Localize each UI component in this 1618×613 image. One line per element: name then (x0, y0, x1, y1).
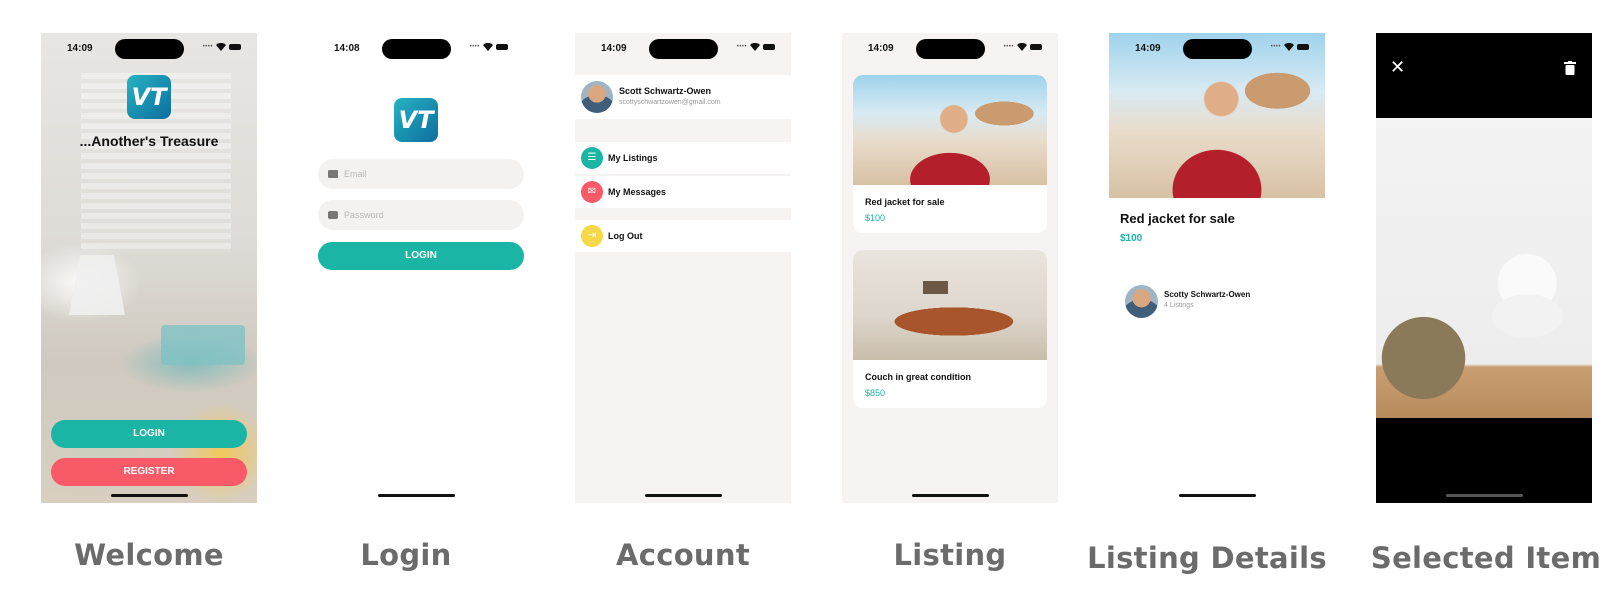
status-bar: 14:08 •••• (308, 33, 524, 67)
profile-row[interactable]: Scott Schwartz-Owen scottyschwartzowen@g… (575, 75, 791, 119)
status-icons: •••• (470, 43, 508, 51)
menu-item-my-listings[interactable]: ☰ My Listings (575, 142, 791, 174)
listing-screen: 14:09 •••• Red jacket for sale $100 Couc… (842, 33, 1058, 503)
battery-icon (229, 44, 241, 50)
signal-icon: •••• (1270, 44, 1281, 50)
menu-label-my-messages: My Messages (608, 187, 667, 197)
login-button[interactable]: LOGIN (51, 420, 247, 448)
menu-label-my-listings: My Listings (608, 153, 658, 163)
profile-email: scottyschwartzowen@gmail.com (619, 99, 721, 106)
app-logo: VT (394, 98, 438, 142)
wifi-icon (750, 43, 760, 51)
listing-detail-title: Red jacket for sale (1120, 211, 1235, 226)
battery-icon (1030, 44, 1042, 50)
status-time: 14:09 (1135, 43, 1161, 54)
dynamic-island (916, 39, 985, 59)
listing-card[interactable]: Red jacket for sale $100 (853, 75, 1047, 233)
email-field[interactable]: Email (318, 159, 524, 189)
email-placeholder: Email (344, 169, 367, 179)
caption-listing-details: Listing Details (1087, 541, 1327, 575)
signal-icon: •••• (1003, 44, 1014, 50)
dynamic-island (382, 39, 451, 59)
home-indicator (645, 494, 722, 497)
seller-avatar[interactable] (1125, 285, 1158, 318)
status-icons: •••• (737, 43, 775, 51)
status-icons: •••• (203, 43, 241, 51)
register-button[interactable]: REGISTER (51, 458, 247, 486)
battery-icon (763, 44, 775, 50)
status-time: 14:09 (601, 43, 627, 54)
listing-title: Red jacket for sale (865, 197, 945, 207)
app-tagline: ...Another's Treasure (79, 133, 219, 149)
password-field[interactable]: Password (318, 200, 524, 230)
caption-listing: Listing (893, 538, 1007, 572)
dynamic-island (115, 39, 184, 59)
seller-listings-count: 4 Listings (1164, 302, 1194, 309)
status-icons: •••• (1004, 43, 1042, 51)
listing-title: Couch in great condition (865, 372, 971, 382)
caption-welcome: Welcome (74, 538, 224, 572)
listing-photo (853, 250, 1047, 360)
dynamic-island (1183, 39, 1252, 59)
selected-item-photo (1376, 118, 1592, 418)
avatar (581, 81, 613, 113)
mail-icon (328, 170, 338, 178)
signal-icon: •••• (202, 44, 213, 50)
password-placeholder: Password (344, 210, 384, 220)
status-bar: 14:09 •••• (842, 33, 1058, 67)
menu-item-my-messages[interactable]: ✉ My Messages (575, 176, 791, 208)
home-indicator (378, 494, 455, 497)
wifi-icon (1284, 43, 1294, 51)
lock-icon (328, 211, 338, 219)
battery-icon (1297, 44, 1309, 50)
menu-label-log-out: Log Out (608, 231, 643, 241)
teal-box-shape (161, 325, 245, 365)
status-time: 14:08 (334, 43, 360, 54)
caption-account: Account (615, 538, 750, 572)
profile-name: Scott Schwartz-Owen (619, 86, 712, 96)
status-time: 14:09 (67, 43, 93, 54)
status-time: 14:09 (868, 43, 894, 54)
wifi-icon (1017, 43, 1027, 51)
status-icons: •••• (1271, 43, 1309, 51)
trash-icon[interactable] (1564, 61, 1576, 75)
status-bar: 14:09 •••• (575, 33, 791, 67)
wifi-icon (216, 43, 226, 51)
signal-icon: •••• (469, 44, 480, 50)
menu-item-log-out[interactable]: ⇥ Log Out (575, 220, 791, 252)
caption-selected-item: Selected Item (1370, 541, 1602, 575)
account-screen: 14:09 •••• Scott Schwartz-Owen scottysch… (575, 33, 791, 503)
listing-price: $850 (865, 388, 886, 398)
login-button[interactable]: LOGIN (318, 242, 524, 270)
login-screen: 14:08 •••• VT Email Password LOGIN (308, 33, 524, 503)
list-icon: ☰ (581, 147, 603, 169)
selected-item-screen: ✕ (1376, 33, 1592, 503)
close-icon[interactable]: ✕ (1390, 57, 1405, 78)
wifi-icon (483, 43, 493, 51)
welcome-screen: 14:09 •••• VT ...Another's Treasure LOGI… (41, 33, 257, 503)
battery-icon (496, 44, 508, 50)
app-logo: VT (127, 75, 171, 119)
dynamic-island (649, 39, 718, 59)
caption-login: Login (360, 538, 452, 572)
home-indicator (1446, 494, 1523, 497)
signal-icon: •••• (736, 44, 747, 50)
listing-detail-price: $100 (1120, 233, 1143, 244)
listing-details-screen: 14:09 •••• Red jacket for sale $100 Scot… (1109, 33, 1325, 503)
mail-icon: ✉ (581, 181, 603, 203)
listing-photo (853, 75, 1047, 185)
home-indicator (912, 494, 989, 497)
status-bar: 14:09 •••• (1109, 33, 1325, 67)
listing-card[interactable]: Couch in great condition $850 (853, 250, 1047, 408)
home-indicator (111, 494, 188, 497)
home-indicator (1179, 494, 1256, 497)
logout-icon: ⇥ (581, 225, 603, 247)
listing-price: $100 (865, 213, 886, 223)
status-bar: 14:09 •••• (41, 33, 257, 67)
seller-name[interactable]: Scotty Schwartz-Owen (1164, 290, 1250, 299)
